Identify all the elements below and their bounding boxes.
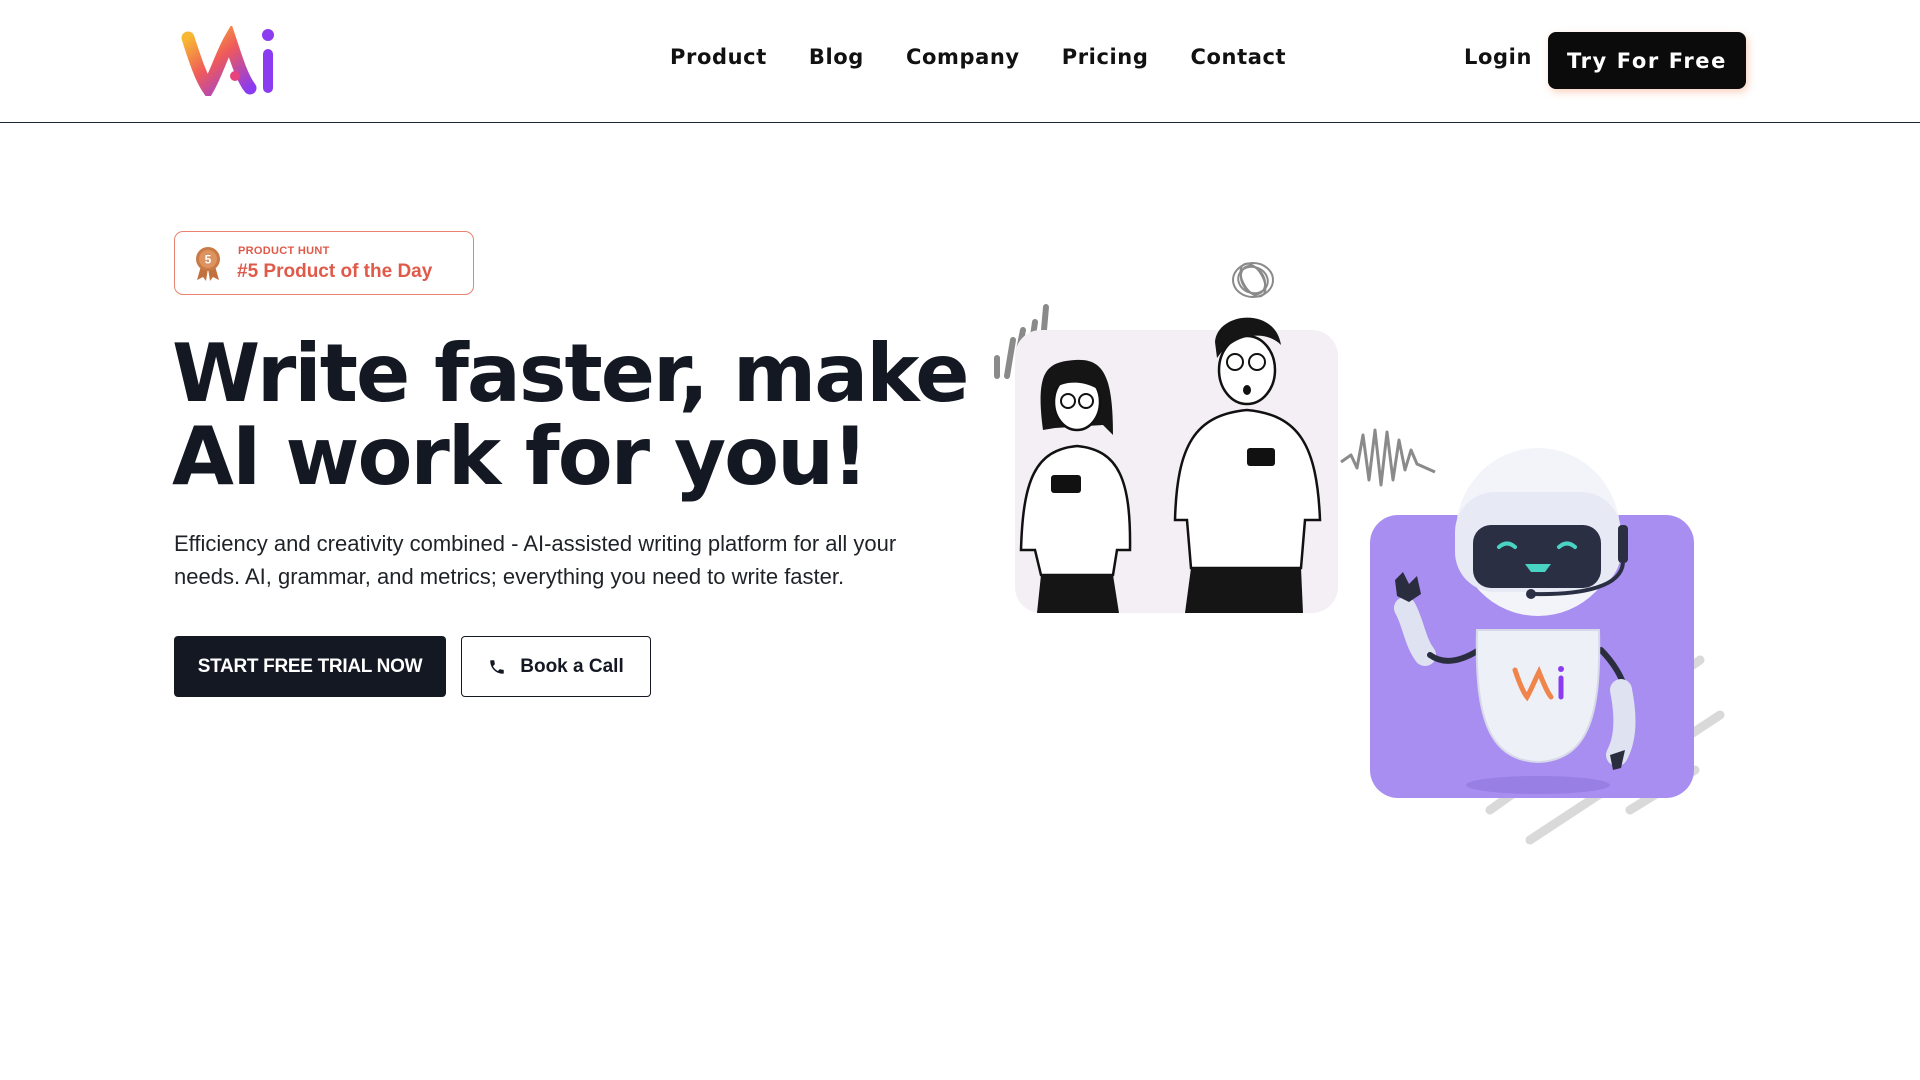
hero-subtitle: Efficiency and creativity combined - AI-… bbox=[174, 527, 974, 593]
hero-illustration bbox=[994, 262, 1725, 845]
phone-icon bbox=[490, 659, 504, 674]
hero-headline-line2: AI work for you! bbox=[172, 410, 869, 503]
nav-company[interactable]: Company bbox=[906, 45, 1020, 69]
site-header: Product Blog Company Pricing Contact Log… bbox=[0, 0, 1920, 123]
start-free-trial-button[interactable]: START FREE TRIAL NOW bbox=[174, 636, 446, 697]
medal-icon: 5 bbox=[196, 247, 220, 281]
badge-label: #5 Product of the Day bbox=[237, 261, 433, 282]
main-nav: Product Blog Company Pricing Contact bbox=[670, 45, 1328, 69]
nav-pricing[interactable]: Pricing bbox=[1062, 45, 1149, 69]
medal-rank: 5 bbox=[205, 253, 212, 267]
hero-headline: Write faster, make AI work for you! bbox=[172, 332, 972, 498]
login-link[interactable]: Login bbox=[1464, 45, 1532, 69]
nav-contact[interactable]: Contact bbox=[1190, 45, 1286, 69]
squiggle-decoration bbox=[1340, 428, 1436, 487]
book-a-call-label: Book a Call bbox=[520, 655, 624, 677]
nav-product[interactable]: Product bbox=[670, 45, 767, 69]
hero-headline-line1: Write faster, make bbox=[172, 327, 970, 420]
try-for-free-button[interactable]: Try For Free bbox=[1548, 32, 1746, 89]
book-a-call-button[interactable]: Book a Call bbox=[461, 636, 651, 697]
badge-source: PRODUCT HUNT bbox=[238, 245, 330, 257]
scribble-decoration bbox=[1232, 262, 1274, 298]
hero-subtitle-line1: Efficiency and creativity combined - AI-… bbox=[174, 531, 897, 556]
product-hunt-badge[interactable]: 5 PRODUCT HUNT #5 Product of the Day bbox=[174, 231, 474, 295]
nav-blog[interactable]: Blog bbox=[809, 45, 864, 69]
hero-subtitle-line2: needs. AI, grammar, and metrics; everyth… bbox=[174, 564, 845, 589]
vai-logo-icon[interactable] bbox=[180, 26, 280, 96]
